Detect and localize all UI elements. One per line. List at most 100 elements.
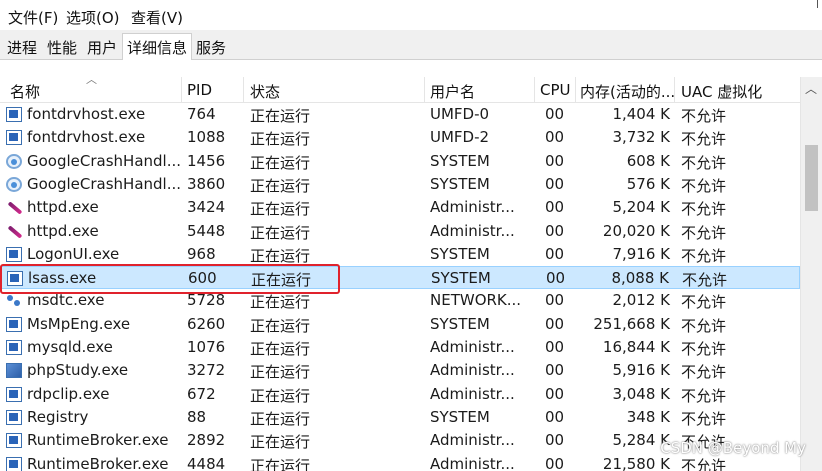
process-pid: 4484 xyxy=(187,454,226,471)
process-pid: 764 xyxy=(187,105,216,123)
process-pid: 2892 xyxy=(187,431,226,450)
column-header-uac[interactable]: UAC 虚拟化 xyxy=(681,81,762,102)
google-crash-icon xyxy=(6,176,22,192)
process-cpu: 00 xyxy=(545,314,565,333)
google-crash-icon xyxy=(6,153,22,169)
process-name: RuntimeBroker.exe xyxy=(27,431,169,450)
menu-file[interactable]: 文件(F) xyxy=(8,7,58,28)
process-cpu: 00 xyxy=(545,198,565,217)
table-row[interactable]: GoogleCrashHandl... 1456 正在运行 SYSTEM 00 608 K… xyxy=(0,150,800,173)
process-name: msdtc.exe xyxy=(27,291,105,310)
process-pid: 1456 xyxy=(187,151,226,170)
process-cpu: 00 xyxy=(545,454,565,471)
column-header-name[interactable]: 名称 xyxy=(10,81,40,102)
process-cpu: 00 xyxy=(545,384,565,403)
process-name: httpd.exe xyxy=(27,198,99,217)
process-cpu: 00 xyxy=(546,269,566,288)
column-header-memory[interactable]: 内存(活动的... xyxy=(580,81,675,102)
process-uac: 不允许 xyxy=(681,130,727,149)
process-user: Administr... xyxy=(430,221,515,240)
process-cpu: 00 xyxy=(545,431,565,450)
table-row[interactable]: phpStudy.exe 3272 正在运行 Administr... 00 5,916 … xyxy=(0,359,800,382)
process-memory: 576 K xyxy=(626,174,670,193)
process-user: UMFD-2 xyxy=(430,128,490,147)
process-user: SYSTEM xyxy=(430,314,490,333)
table-row[interactable]: LogonUI.exe 968 正在运行 SYSTEM 00 7,916 K 不允许 xyxy=(0,243,800,266)
process-uac: 不允许 xyxy=(681,223,727,242)
column-divider[interactable] xyxy=(534,77,535,103)
scroll-thumb[interactable] xyxy=(805,145,818,211)
tab-bar: 进程 性能 用户 详细信息 服务 xyxy=(0,30,822,61)
process-status: 正在运行 xyxy=(250,130,311,149)
table-row[interactable]: GoogleCrashHandl... 3860 正在运行 SYSTEM 00 576 K… xyxy=(0,173,800,196)
process-status: 正在运行 xyxy=(250,246,311,265)
column-header-pid[interactable]: PID xyxy=(187,81,212,99)
process-uac: 不允许 xyxy=(681,246,727,265)
table-row[interactable]: rdpclip.exe 672 正在运行 Administr... 00 3,048 K 不… xyxy=(0,383,800,406)
process-name: fontdrvhost.exe xyxy=(27,128,146,147)
process-status: 正在运行 xyxy=(250,176,311,195)
process-status: 正在运行 xyxy=(250,316,311,335)
sort-ascending-icon: ︿ xyxy=(86,73,97,86)
process-name: GoogleCrashHandl... xyxy=(27,174,182,193)
window-icon xyxy=(6,409,22,425)
column-divider[interactable] xyxy=(424,77,425,103)
process-status: 正在运行 xyxy=(250,200,311,219)
feather-icon xyxy=(6,200,22,215)
column-header-user[interactable]: 用户名 xyxy=(430,81,475,102)
tab-details[interactable]: 详细信息 xyxy=(122,33,193,61)
process-user: Administr... xyxy=(430,431,515,450)
table-row[interactable]: httpd.exe 3424 正在运行 Administr... 00 5,204 K 不允… xyxy=(0,196,800,219)
process-pid: 672 xyxy=(187,384,216,403)
process-user: NETWORK... xyxy=(430,291,522,310)
process-memory: 2,012 K xyxy=(612,291,670,310)
menu-view[interactable]: 查看(V) xyxy=(131,7,183,28)
tab-services[interactable]: 服务 xyxy=(192,35,230,60)
tab-processes[interactable]: 进程 xyxy=(3,35,41,60)
table-row[interactable]: mysqld.exe 1076 正在运行 Administr... 00 16,844 K… xyxy=(0,336,800,359)
process-name: lsass.exe xyxy=(28,269,97,288)
process-memory: 348 K xyxy=(626,407,670,426)
process-name: GoogleCrashHandl... xyxy=(27,151,182,170)
process-name: phpStudy.exe xyxy=(27,361,129,380)
process-memory: 16,844 K xyxy=(602,338,670,356)
table-row[interactable]: fontdrvhost.exe 764 正在运行 UMFD-0 00 1,404 K 不允许 xyxy=(0,103,800,126)
column-divider[interactable] xyxy=(575,77,576,103)
table-row[interactable]: msdtc.exe 5728 正在运行 NETWORK... 00 2,012 K 不允许 xyxy=(0,289,800,312)
table-row[interactable]: Registry 88 正在运行 SYSTEM 00 348 K 不允许 xyxy=(0,406,800,429)
menu-options[interactable]: 选项(O) xyxy=(66,7,120,28)
process-pid: 5728 xyxy=(187,291,226,310)
process-cpu: 00 xyxy=(545,407,565,426)
process-user: UMFD-0 xyxy=(430,105,490,123)
process-user: Administr... xyxy=(430,361,515,380)
column-header-cpu[interactable]: CPU xyxy=(540,81,571,99)
table-row[interactable]: fontdrvhost.exe 1088 正在运行 UMFD-2 00 3,732 K 不允… xyxy=(0,126,800,149)
process-status: 正在运行 xyxy=(250,363,311,382)
process-status: 正在运行 xyxy=(250,153,311,172)
watermark: CSDN @Beyond My xyxy=(660,439,806,457)
tab-performance[interactable]: 性能 xyxy=(43,35,81,60)
column-divider[interactable] xyxy=(674,77,675,103)
process-status: 正在运行 xyxy=(250,409,311,428)
column-divider[interactable] xyxy=(243,77,244,103)
vertical-scrollbar[interactable]: ︿ xyxy=(800,77,822,471)
process-uac: 不允许 xyxy=(682,271,728,290)
process-cpu: 00 xyxy=(545,291,565,310)
process-name: LogonUI.exe xyxy=(27,244,120,263)
process-user: SYSTEM xyxy=(430,244,490,263)
table-row[interactable]: httpd.exe 5448 正在运行 Administr... 00 20,020 K 不… xyxy=(0,220,800,243)
column-header-status[interactable]: 状态 xyxy=(250,81,280,102)
column-divider[interactable] xyxy=(181,77,182,103)
process-user: SYSTEM xyxy=(430,151,490,170)
process-name: rdpclip.exe xyxy=(27,384,110,403)
process-status: 正在运行 xyxy=(250,433,311,452)
process-cpu: 00 xyxy=(545,221,565,240)
process-pid: 6260 xyxy=(187,314,226,333)
scroll-up-icon[interactable]: ︿ xyxy=(805,80,817,97)
phpstudy-icon xyxy=(6,363,22,379)
process-memory: 5,204 K xyxy=(612,198,670,217)
table-row[interactable]: lsass.exe 600 正在运行 SYSTEM 00 8,088 K 不允许 xyxy=(0,266,800,290)
process-status: 正在运行 xyxy=(250,456,311,471)
table-row[interactable]: MsMpEng.exe 6260 正在运行 SYSTEM 00 251,668 K 不允许 xyxy=(0,313,800,336)
tab-users[interactable]: 用户 xyxy=(83,35,121,60)
